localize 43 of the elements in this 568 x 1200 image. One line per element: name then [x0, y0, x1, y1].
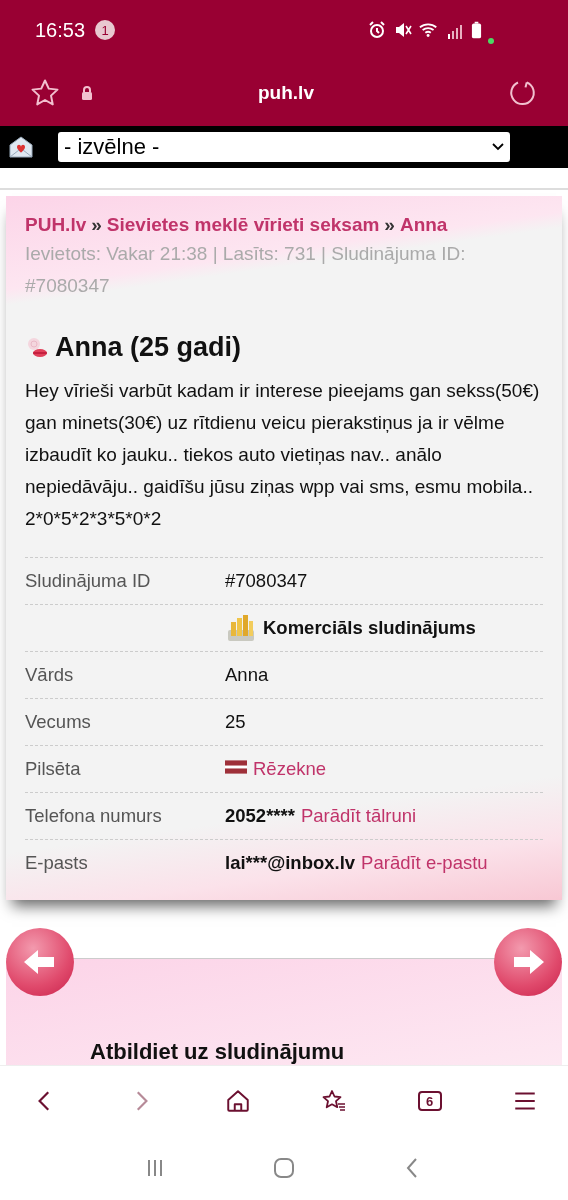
chevron-icon [492, 143, 504, 151]
alarm-icon [367, 20, 387, 40]
indicator-dot [488, 38, 494, 44]
breadcrumb-link[interactable]: PUH.lv [25, 214, 87, 236]
wifi-icon [419, 20, 439, 40]
tabs-button[interactable]: 6 [417, 1091, 442, 1111]
contact-value: 2052**** [225, 805, 295, 827]
field-label: Telefona numurs [25, 805, 162, 826]
breadcrumb-link[interactable]: Sievietes meklē vīrieti seksam [106, 214, 380, 236]
commercial-label: Komerciāls sludinājums [263, 617, 476, 639]
field-value: 25 [225, 711, 246, 733]
field-label: Vecums [25, 711, 91, 732]
menu-dropdown[interactable]: - izvēlne - [58, 132, 510, 162]
home-button-icon[interactable] [272, 1156, 296, 1180]
bookmarks-icon[interactable] [321, 1088, 348, 1114]
flag-icon [225, 760, 247, 774]
breadcrumb-separator: » [384, 214, 395, 236]
field-label: E-pasts [25, 852, 88, 873]
field-label: Pilsēta [25, 758, 81, 779]
lips-icon [25, 335, 49, 360]
field-label: Sludinājuma ID [25, 570, 151, 591]
reveal-link[interactable]: Parādīt e-pastu [361, 852, 488, 874]
status-time: 16:53 [35, 18, 86, 42]
contact-value: lai***@inbox.lv [225, 852, 356, 874]
city-link[interactable]: Rēzekne [253, 758, 326, 780]
envelope-icon [8, 135, 34, 159]
lock-icon [80, 85, 94, 101]
reveal-link[interactable]: Parādīt tālruni [300, 805, 417, 827]
field-value: Anna [225, 664, 269, 686]
home-icon[interactable] [224, 1088, 251, 1114]
reply-heading: Atbildiet uz sludinājumu [90, 1039, 345, 1065]
field-label: Vārds [25, 664, 74, 685]
breadcrumb-link[interactable]: Anna [399, 214, 448, 236]
ad-meta: Ievietots: Vakar 21:38 | Lasīts: 731 | Sludinājuma ID: #7080347 [25, 242, 467, 298]
mute-icon [393, 20, 413, 40]
notification-badge: 1 [95, 20, 116, 40]
ad-description: Hey vīrieši varbūt kadam ir interese pieejams gan sekss(50€) gan minets(30€) uz rītdienu veicu pierakstiņus ja ir vēlme izbaudīt ko jauku.. tiekos auto vietiņas nav.. anālo nepiedāvāju.. gaidīšu jūsu ziņas wpp vai sms, esmu mobila.. 2*0*5*2*3*5*0*2 [25, 379, 541, 531]
coins-icon [225, 612, 257, 644]
field-value: #7080347 [225, 570, 308, 592]
battery-icon [471, 20, 482, 40]
breadcrumb-separator: » [91, 214, 102, 236]
ad-title: Anna (25 gadi) [55, 332, 242, 363]
star-icon[interactable] [30, 78, 60, 108]
